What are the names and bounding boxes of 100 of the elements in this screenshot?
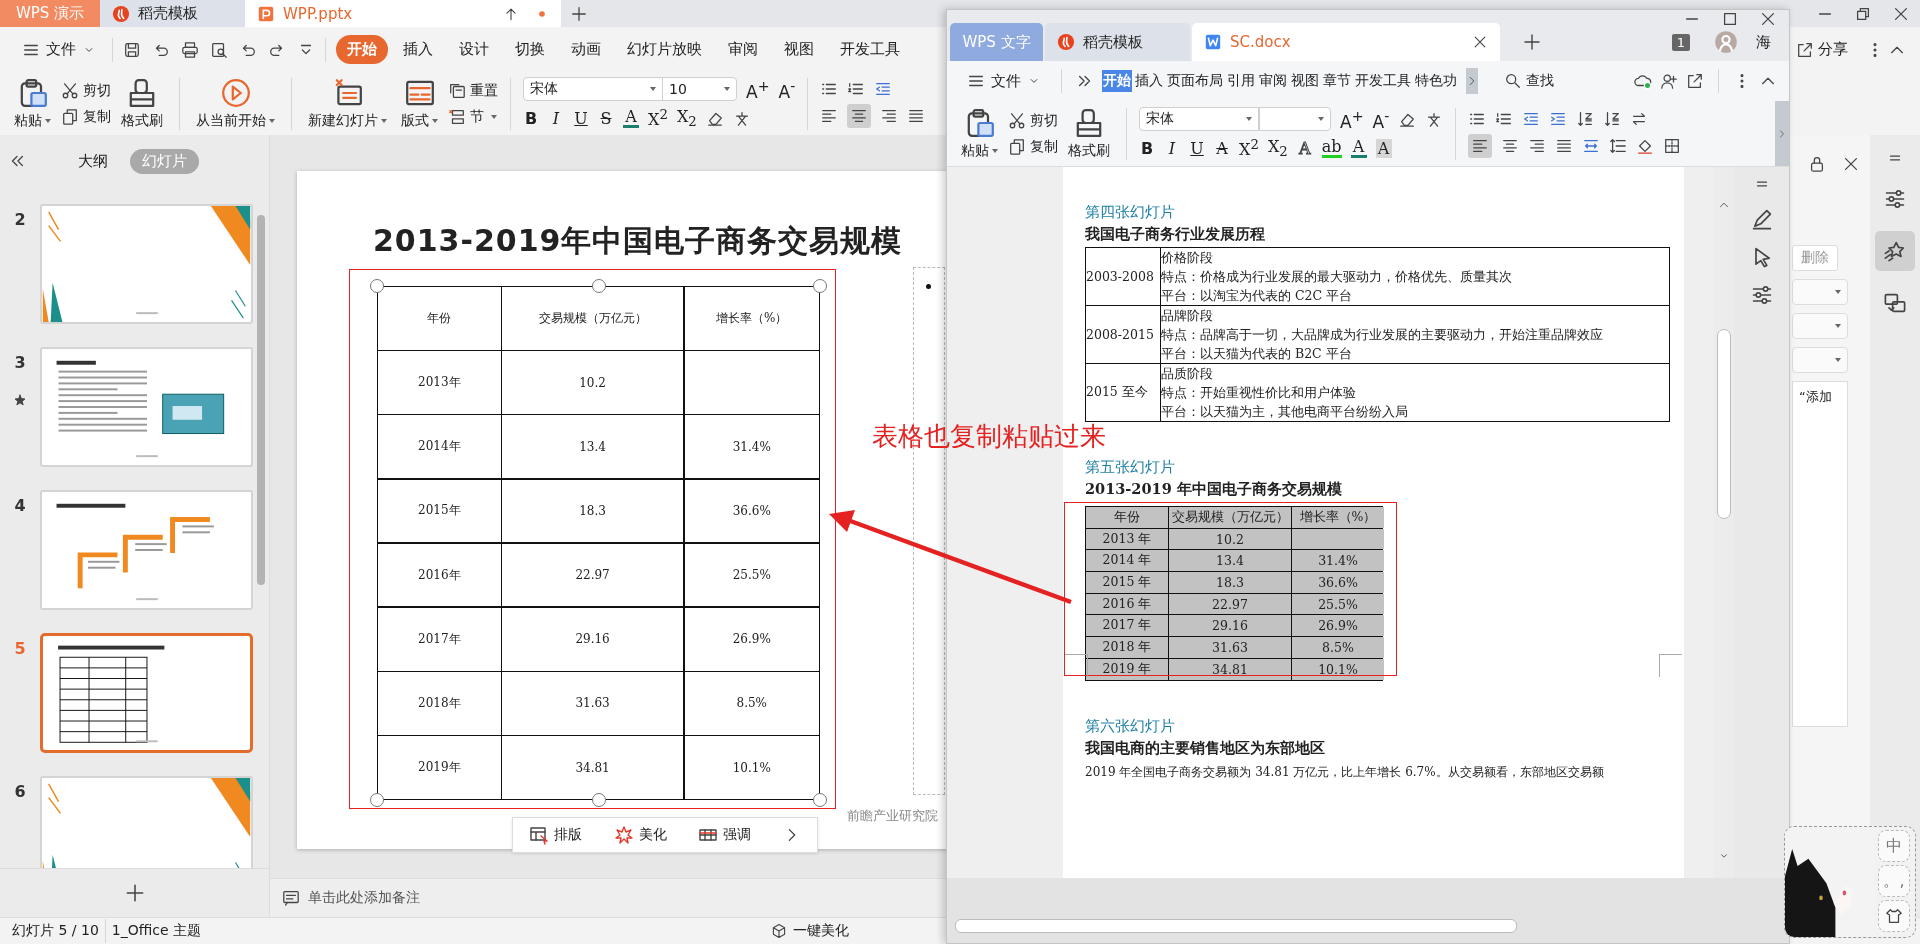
section-button[interactable]: 节	[448, 107, 498, 126]
page-count-badge[interactable]: 1	[1671, 33, 1690, 51]
punctuation-button[interactable]: 。,	[1878, 865, 1910, 897]
format-painter-button[interactable]: 格式刷	[1064, 107, 1114, 160]
superscript-button[interactable]: X$^{2}$	[1239, 137, 1259, 160]
print-preview-icon[interactable]	[210, 40, 228, 59]
italic-button[interactable]: I	[1164, 139, 1180, 158]
close-icon[interactable]	[1842, 155, 1860, 173]
file-menu[interactable]: 文件	[16, 40, 102, 59]
line-spacing-icon[interactable]	[1609, 136, 1628, 155]
subscript-button[interactable]: X$_{2}$	[1267, 137, 1288, 160]
resize-handle[interactable]	[370, 279, 384, 293]
scroll-tabs-button[interactable]	[1466, 68, 1478, 94]
ribbon-tab[interactable]: 特色功	[1414, 70, 1458, 92]
reset-button[interactable]: 重置	[448, 81, 498, 100]
share-icon[interactable]	[1686, 72, 1704, 90]
font-dropdown[interactable]: 宋体	[1139, 107, 1259, 132]
ribbon-tab[interactable]: 开发工具	[1354, 70, 1412, 92]
cut-button[interactable]: 剪切	[61, 81, 111, 100]
document-tab[interactable]: 稻壳模板	[100, 0, 245, 27]
paste-button[interactable]: 粘贴	[957, 107, 1002, 160]
ribbon-tab[interactable]: 审阅	[1258, 70, 1288, 92]
font-size-button[interactable]: A$^{+}$	[746, 77, 770, 102]
subscript-button[interactable]: X$_{2}$	[676, 107, 697, 130]
scrollbar-thumb[interactable]	[257, 215, 265, 585]
close-icon[interactable]	[1759, 10, 1777, 28]
lock-icon[interactable]	[1808, 155, 1826, 173]
new-slide-button[interactable]: 新建幻灯片	[304, 77, 391, 130]
slide-table[interactable]: 年份 交易规模（万亿元） 增长率（%） 2013年 10.2 2014年 13.4 31.4% 2015年 18.3 36.6% 2016年 22.97 25.5% 2017年 29.16 26.9% 2018年 31.63 8.5% 2019年 34.81 10.1%	[377, 286, 820, 800]
beautify-button[interactable]: 美化	[613, 825, 667, 845]
bold-button[interactable]: B	[523, 109, 539, 128]
save-icon[interactable]	[123, 40, 141, 59]
add-user-icon[interactable]	[1660, 72, 1678, 90]
ribbon-tab[interactable]: 章节	[1322, 70, 1352, 92]
notes-placeholder[interactable]: 单击此处添加备注	[308, 889, 420, 907]
beautify-button[interactable]: 一键美化	[771, 922, 850, 940]
ribbon-tab[interactable]: 插入	[1134, 70, 1164, 92]
ribbon-tab[interactable]: 动画	[560, 35, 612, 64]
column-header: 年份	[1086, 507, 1168, 528]
format-painter-button[interactable]: 格式刷	[117, 77, 167, 130]
resize-handle[interactable]	[813, 279, 827, 293]
bold-button[interactable]: B	[1139, 139, 1155, 158]
document-tab[interactable]: 稻壳模板	[1045, 23, 1190, 61]
scrollbar-thumb[interactable]	[1717, 329, 1731, 519]
ribbon-tab[interactable]: 开发工具	[829, 35, 911, 64]
font-size-button[interactable]: A$^{-}$	[778, 77, 796, 102]
find-button[interactable]: 查找	[1504, 72, 1554, 90]
ribbon-tab[interactable]: 开始	[1102, 70, 1132, 92]
share-button[interactable]: 分享	[1796, 40, 1848, 59]
scrollbar-thumb[interactable]	[955, 919, 1517, 933]
font-size-button[interactable]: A$^{+}$	[1340, 107, 1364, 132]
ribbon-tab[interactable]: 引用	[1226, 70, 1256, 92]
maximize-icon[interactable]	[1721, 10, 1739, 28]
ribbon-tab[interactable]: 页面布局	[1166, 70, 1224, 92]
slide-thumbnail[interactable]	[40, 633, 253, 753]
border-icon[interactable]	[1663, 136, 1682, 155]
ribbon-tab[interactable]: 设计	[448, 35, 500, 64]
underline-button[interactable]: U	[573, 109, 589, 128]
font-dropdown[interactable]: 宋体	[523, 77, 663, 102]
font-color-button[interactable]: A	[1350, 139, 1367, 158]
underline-button[interactable]: U	[1189, 139, 1205, 158]
panel-tab[interactable]: 大纲	[66, 148, 120, 174]
font-size-button[interactable]: A$^{-}$	[1372, 107, 1390, 132]
print-icon[interactable]	[181, 40, 199, 59]
cut-button[interactable]: 剪切	[1008, 111, 1058, 130]
ribbon-tab[interactable]: 插入	[392, 35, 444, 64]
ribbon-tab[interactable]: 切换	[504, 35, 556, 64]
animation-icon[interactable]	[1875, 231, 1915, 271]
resize-handle[interactable]	[813, 793, 827, 807]
italic-button[interactable]: I	[548, 109, 564, 128]
layout-button[interactable]: 排版	[528, 825, 582, 845]
cloud-sync-icon[interactable]	[1634, 72, 1652, 90]
ribbon-tab[interactable]: 视图	[1290, 70, 1320, 92]
character-shading-button[interactable]: A	[1375, 139, 1392, 158]
layout-button[interactable]: 版式	[397, 77, 442, 130]
resize-handle[interactable]	[370, 793, 384, 807]
emphasis-button[interactable]: 强调	[698, 825, 752, 845]
text-direction-icon[interactable]	[1576, 109, 1595, 128]
font-color-button[interactable]: A	[623, 109, 639, 128]
strikethrough-button[interactable]: S	[598, 109, 614, 128]
text-field[interactable]: “添加	[1792, 381, 1848, 727]
close-icon[interactable]	[1472, 34, 1488, 50]
highlight-button[interactable]: ab	[1321, 139, 1342, 158]
file-menu[interactable]: 文件	[961, 71, 1047, 91]
skin-button[interactable]	[1878, 900, 1910, 932]
play-from-current-button[interactable]: 从当前开始	[192, 77, 279, 130]
font-size-dropdown[interactable]: 10	[662, 77, 737, 102]
text-effect-button[interactable]: A	[1296, 139, 1313, 158]
resize-handle[interactable]	[591, 279, 606, 293]
ribbon-tab[interactable]: 视图	[773, 35, 825, 64]
ribbon-tab[interactable]: 审阅	[717, 35, 769, 64]
user-name[interactable]: 海	[1756, 32, 1771, 52]
ribbon-tab[interactable]: 幻灯片放映	[616, 35, 713, 64]
copy-button[interactable]: 复制	[1008, 137, 1058, 156]
superscript-button[interactable]: X$^{2}$	[648, 107, 668, 130]
input-mode-button[interactable]: 中	[1878, 830, 1910, 862]
copy-button[interactable]: 复制	[61, 107, 111, 126]
paste-button[interactable]: 粘贴	[10, 77, 55, 130]
strikethrough-button[interactable]: A	[1214, 139, 1230, 158]
sort-icon[interactable]	[1603, 109, 1622, 128]
